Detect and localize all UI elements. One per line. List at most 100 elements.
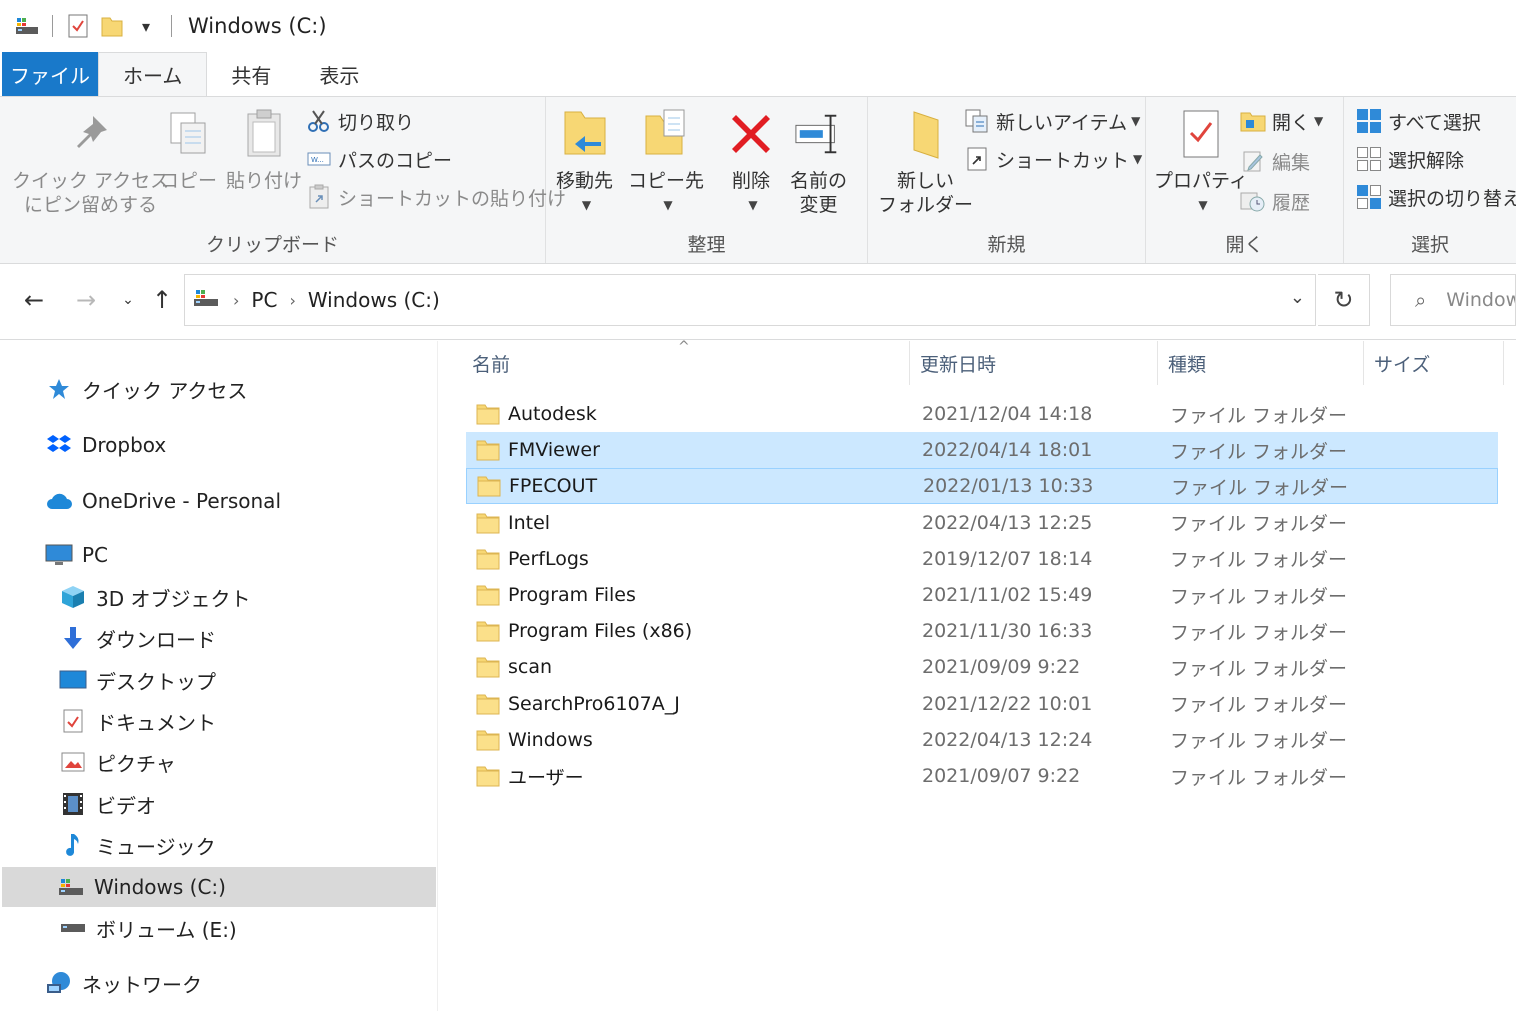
cut-button[interactable]: 切り取り	[306, 105, 414, 137]
folder-icon	[901, 105, 951, 163]
new-group-label: 新規	[987, 234, 1026, 256]
nav-volume-e[interactable]: ボリューム (E:)	[2, 908, 436, 948]
paste-shortcut-button[interactable]: ショートカットの貼り付け	[306, 181, 566, 213]
nav-pictures[interactable]: ピクチャ	[2, 742, 436, 782]
tab-file[interactable]: ファイル	[2, 52, 98, 96]
nav-desktop[interactable]: デスクトップ	[2, 660, 436, 700]
nav-label: クイック アクセス	[82, 378, 248, 403]
copy-path-button[interactable]: W... パスのコピー	[306, 143, 452, 175]
nav-quick-access[interactable]: クイック アクセス	[2, 369, 436, 409]
table-row[interactable]: ユーザー 2021/09/07 9:22 ファイル フォルダー	[466, 758, 1498, 794]
move-to-button[interactable]: 移動先 ▼	[556, 105, 613, 217]
nav-onedrive[interactable]: OneDrive - Personal	[2, 481, 436, 521]
nav-label: ネットワーク	[82, 972, 202, 997]
chevron-right-icon: ›	[233, 290, 240, 310]
table-row[interactable]: Program Files (x86) 2021/11/30 16:33 ファイル …	[466, 613, 1498, 649]
new-item-icon	[964, 108, 990, 134]
file-name-cell: ユーザー	[476, 763, 584, 790]
column-header-size[interactable]: サイズ	[1364, 341, 1504, 385]
table-row[interactable]: FMViewer 2022/04/14 18:01 ファイル フォルダー	[466, 432, 1498, 469]
paste-button[interactable]: 貼り付け	[226, 105, 302, 193]
address-bar[interactable]: › PC › Windows (C:) ⌄	[184, 274, 1316, 326]
table-row[interactable]: PerfLogs 2019/12/07 18:14 ファイル フォルダー	[466, 541, 1498, 577]
nav-videos[interactable]: ビデオ	[2, 784, 436, 824]
nav-documents[interactable]: ドキュメント	[2, 701, 436, 741]
tab-share[interactable]: 共有	[207, 52, 295, 96]
delete-label: 削除	[731, 170, 770, 192]
rename-icon	[794, 105, 844, 163]
copy-path-label: パスのコピー	[338, 149, 453, 172]
breadcrumb-pc[interactable]: PC	[251, 288, 277, 312]
nav-downloads[interactable]: ダウンロード	[2, 618, 436, 658]
file-date: 2022/04/14 18:01	[922, 439, 1093, 462]
file-date: 2021/11/02 15:49	[922, 584, 1093, 606]
table-row[interactable]: Intel 2022/04/13 12:25 ファイル フォルダー	[466, 505, 1498, 541]
search-input[interactable]: ⌕ Windows	[1390, 274, 1516, 326]
up-button[interactable]: ↑	[146, 284, 178, 316]
customize-toolbar-icon[interactable]: ▾	[133, 13, 159, 39]
network-icon	[44, 968, 74, 998]
table-row[interactable]: scan 2021/09/09 9:22 ファイル フォルダー	[466, 649, 1498, 685]
drive-icon	[58, 913, 88, 943]
properties-check-icon[interactable]	[65, 13, 91, 39]
delete-button[interactable]: 削除 ▼	[726, 105, 776, 217]
new-item-button[interactable]: 新しいアイテム ▼	[964, 105, 1140, 137]
copy-to-icon	[641, 105, 691, 163]
new-folder-icon[interactable]	[99, 13, 125, 39]
nav-dropbox[interactable]: Dropbox	[2, 425, 436, 465]
table-row[interactable]: SearchPro6107A_J 2021/12/22 10:01 ファイル フォル…	[466, 686, 1498, 722]
table-row[interactable]: Autodesk 2021/12/04 14:18 ファイル フォルダー	[466, 396, 1498, 432]
file-date: 2021/12/04 14:18	[922, 403, 1093, 425]
refresh-button[interactable]: ↻	[1318, 274, 1370, 326]
copy-to-button[interactable]: コピー先 ▼	[628, 105, 704, 217]
pin-icon	[66, 105, 116, 163]
drive-icon[interactable]	[14, 13, 40, 39]
column-header-name[interactable]: 名前	[462, 341, 910, 385]
tab-view[interactable]: 表示	[295, 52, 383, 96]
picture-icon	[58, 747, 88, 777]
properties-button[interactable]: プロパティ ▼	[1154, 105, 1248, 217]
history-button[interactable]: 履歴	[1240, 185, 1310, 217]
nav-pc[interactable]: PC	[2, 535, 436, 575]
table-row[interactable]: Program Files 2021/11/02 15:49 ファイル フォルダー	[466, 577, 1498, 613]
nav-3d-objects[interactable]: 3D オブジェクト	[2, 577, 436, 617]
recent-locations-button[interactable]: ⌄	[112, 284, 144, 316]
title-bar: ▾ Windows (C:)	[0, 0, 1516, 52]
nav-windows-c[interactable]: Windows (C:)	[2, 867, 436, 907]
copy-button[interactable]: コピー	[160, 105, 217, 193]
invert-selection-button[interactable]: 選択の切り替え	[1356, 181, 1516, 213]
copy-to-label: コピー先	[628, 170, 705, 192]
select-all-button[interactable]: すべて選択	[1356, 105, 1481, 137]
edit-button[interactable]: 編集	[1240, 145, 1310, 177]
column-header-type[interactable]: 種類	[1158, 341, 1364, 385]
table-row[interactable]: Windows 2022/04/13 12:24 ファイル フォルダー	[466, 722, 1498, 758]
history-label: 履歴	[1272, 191, 1311, 214]
cut-label: 切り取り	[338, 111, 415, 134]
tab-home[interactable]: ホーム	[98, 52, 208, 96]
forward-button[interactable]: →	[70, 284, 102, 316]
file-name-cell: FMViewer	[476, 439, 600, 461]
new-group: 新しい フォルダー 新しいアイテム ▼ ショートカット ▼ 新規	[868, 97, 1146, 263]
drive-icon	[56, 872, 86, 902]
folder-icon	[476, 620, 500, 642]
nav-music[interactable]: ミュージック	[2, 825, 436, 865]
column-header-date[interactable]: 更新日時	[910, 341, 1158, 385]
new-folder-button[interactable]: 新しい フォルダー	[878, 105, 973, 217]
open-group-label: 開く	[1225, 234, 1264, 256]
address-dropdown-icon[interactable]: ⌄	[1290, 287, 1305, 308]
shortcut-button[interactable]: ショートカット ▼	[964, 143, 1142, 175]
back-button[interactable]: ←	[18, 284, 50, 316]
breadcrumb-windows-c[interactable]: Windows (C:)	[308, 288, 440, 312]
pin-quick-access-button[interactable]: クイック アクセス にピン留めする	[12, 105, 169, 217]
select-none-button[interactable]: 選択解除	[1356, 143, 1464, 175]
copy-path-icon: W...	[306, 146, 332, 172]
file-name: Program Files (x86)	[508, 620, 693, 643]
nav-network[interactable]: ネットワーク	[2, 963, 436, 1003]
folder-icon	[476, 439, 500, 461]
cloud-icon	[44, 486, 74, 516]
open-button[interactable]: 開く ▼	[1240, 105, 1323, 137]
rename-button[interactable]: 名前の 変更	[790, 105, 847, 217]
table-row[interactable]: FPECOUT 2022/01/13 10:33 ファイル フォルダー	[466, 468, 1498, 505]
move-to-icon	[560, 105, 610, 163]
file-type: ファイル フォルダー	[1170, 694, 1348, 717]
